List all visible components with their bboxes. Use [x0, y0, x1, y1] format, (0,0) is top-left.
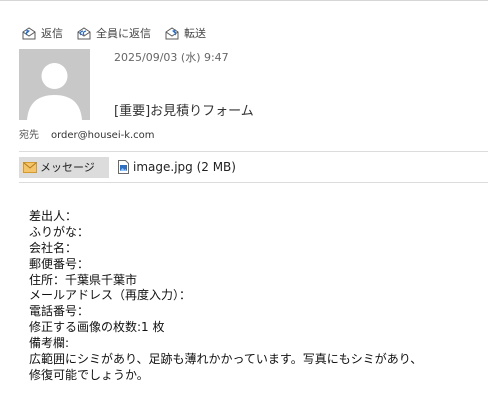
attachment-divider — [19, 182, 488, 183]
body-line: 電話番号： — [29, 304, 90, 319]
message-body: 差出人： ふりがな： 会社名： 郵便番号： 住所：千葉県千葉市 メールアドレス（… — [29, 209, 488, 384]
forward-icon — [165, 27, 179, 40]
reply-all-label: 全員に返信 — [96, 27, 151, 40]
header-divider — [19, 151, 488, 152]
body-line: 広範囲にシミがあり、足跡も薄れかかっています。写真にもシミがあり、 — [29, 352, 423, 367]
reply-label: 返信 — [41, 27, 63, 40]
message-tab[interactable]: メッセージ — [19, 156, 109, 178]
body-line: 住所：千葉県千葉市 — [29, 272, 138, 287]
message-tab-label: メッセージ — [40, 161, 95, 174]
body-line: 備考欄: — [29, 336, 70, 351]
image-file-icon — [118, 160, 129, 174]
recipient-address[interactable]: order@housei-k.com — [51, 130, 155, 141]
message-toolbar: 返信 全員に返信 転送 — [21, 24, 219, 42]
sender-avatar — [19, 49, 90, 120]
body-line: 修正する画像の枚数:1 枚 — [29, 320, 165, 335]
body-line: 差出人： — [29, 209, 78, 223]
attachment-file-label: image.jpg (2 MB) — [133, 160, 236, 174]
body-line: 会社名： — [29, 240, 78, 255]
sent-datetime: 2025/09/03 (水) 9:47 — [114, 51, 229, 64]
recipient-row: 宛先 order@housei-k.com — [19, 126, 155, 141]
envelope-icon — [23, 161, 37, 173]
attachment-image-jpg[interactable]: image.jpg (2 MB) — [118, 160, 236, 174]
body-line: メールアドレス（再度入力）： — [29, 288, 192, 303]
email-reading-pane: 返信 全員に返信 転送 2025/09/03 (水) 9:47 [重要]お見積り… — [0, 0, 488, 400]
message-subject: [重要]お見積りフォーム — [114, 104, 254, 119]
forward-label: 転送 — [184, 27, 206, 40]
body-line: ふりがな： — [29, 224, 90, 239]
reply-icon — [22, 27, 36, 40]
forward-button[interactable]: 転送 — [164, 25, 206, 41]
body-line: 郵便番号： — [29, 256, 90, 271]
reply-all-button[interactable]: 全員に返信 — [76, 25, 151, 41]
person-silhouette-icon — [19, 49, 90, 120]
to-label: 宛先 — [19, 130, 39, 141]
reply-all-icon — [77, 27, 91, 40]
attachment-bar: メッセージ image.jpg (2 MB) — [19, 156, 236, 178]
body-line: 修復可能でしょうか。 — [29, 367, 149, 382]
reply-button[interactable]: 返信 — [21, 25, 63, 41]
